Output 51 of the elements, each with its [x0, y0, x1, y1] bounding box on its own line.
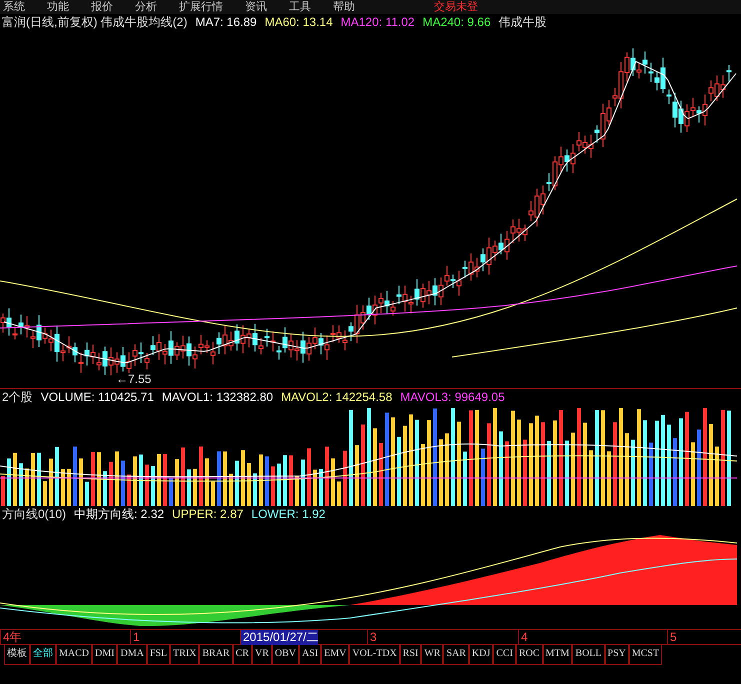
indicator-tab[interactable]: DMI — [92, 645, 118, 665]
indicator-value: 中期方向线: 2.32 — [74, 506, 164, 523]
indicator-tab[interactable]: KDJ — [468, 645, 494, 665]
indicator-tab[interactable]: MCST — [628, 645, 662, 665]
indicator-value: VOLUME: 110425.71 — [40, 389, 154, 406]
price-label: ←7.55 — [116, 373, 152, 386]
indicator-tab[interactable]: 模板 — [4, 645, 30, 665]
indicator-tab[interactable]: ASI — [299, 645, 322, 665]
axis-label: 2015/01/27/二 — [240, 630, 318, 645]
menu-item[interactable]: 功能 — [47, 0, 69, 14]
indicator-tab[interactable]: WR — [421, 645, 444, 665]
menu-item[interactable]: 系统 — [3, 0, 25, 14]
indicator-tab[interactable]: RSI — [400, 645, 422, 665]
indicator-tab[interactable]: TRIX — [170, 645, 200, 665]
indicator-value: MA60: 13.14 — [264, 14, 333, 31]
indicator-value: LOWER: 1.92 — [251, 506, 326, 523]
indicator-tab[interactable]: PSY — [604, 645, 629, 665]
menu-item[interactable]: 报价 — [91, 0, 113, 14]
indicator-tab[interactable]: 全部 — [30, 645, 56, 665]
indicator-tab[interactable]: EMV — [321, 645, 350, 665]
chart-title: 富润(日线,前复权) 伟成牛股均线(2) — [2, 14, 188, 31]
panel-title: 2个股 — [2, 389, 33, 406]
menu-item[interactable]: 工具 — [289, 0, 311, 14]
indicator-value: MAVOL2: 142254.58 — [281, 389, 392, 406]
indicator-tab[interactable]: CR — [232, 645, 252, 665]
indicator-value: MA7: 16.89 — [195, 14, 257, 31]
menu-item[interactable]: 帮助 — [333, 0, 355, 14]
indicator-tab[interactable]: MTM — [542, 645, 572, 665]
menu-item[interactable]: 分析 — [135, 0, 157, 14]
indicator-value: MAVOL1: 132382.80 — [162, 389, 274, 406]
indicator-value: UPPER: 2.87 — [172, 506, 244, 523]
indicator-value: MA120: 11.02 — [340, 14, 415, 31]
indicator-tab[interactable]: MACD — [56, 645, 92, 665]
indicator-tab[interactable]: BOLL — [572, 645, 605, 665]
indicator-value: MA240: 9.66 — [422, 14, 491, 31]
indicator-tab[interactable]: CCI — [493, 645, 516, 665]
indicator-tab[interactable]: DMA — [117, 645, 147, 665]
indicator-tab[interactable]: BRAR — [199, 645, 233, 665]
indicator-tab[interactable]: FSL — [146, 645, 170, 665]
indicator-tab[interactable]: ROC — [516, 645, 542, 665]
menu-item[interactable]: 扩展行情 — [179, 0, 223, 14]
indicator-value: MAVOL3: 99649.05 — [400, 389, 505, 406]
indicator-tab[interactable]: SAR — [443, 645, 469, 665]
indicator-name: 方向线0(10) — [2, 506, 66, 523]
indicator-tab[interactable]: VR — [252, 645, 272, 665]
menu-item[interactable]: 资讯 — [245, 0, 267, 14]
indicator-tab[interactable]: OBV — [272, 645, 299, 665]
indicator-value: 伟成牛股 — [498, 14, 547, 31]
login-status: 交易未登 — [434, 0, 478, 14]
indicator-tab[interactable]: VOL-TDX — [349, 645, 400, 665]
axis-label: 5 — [667, 630, 677, 645]
